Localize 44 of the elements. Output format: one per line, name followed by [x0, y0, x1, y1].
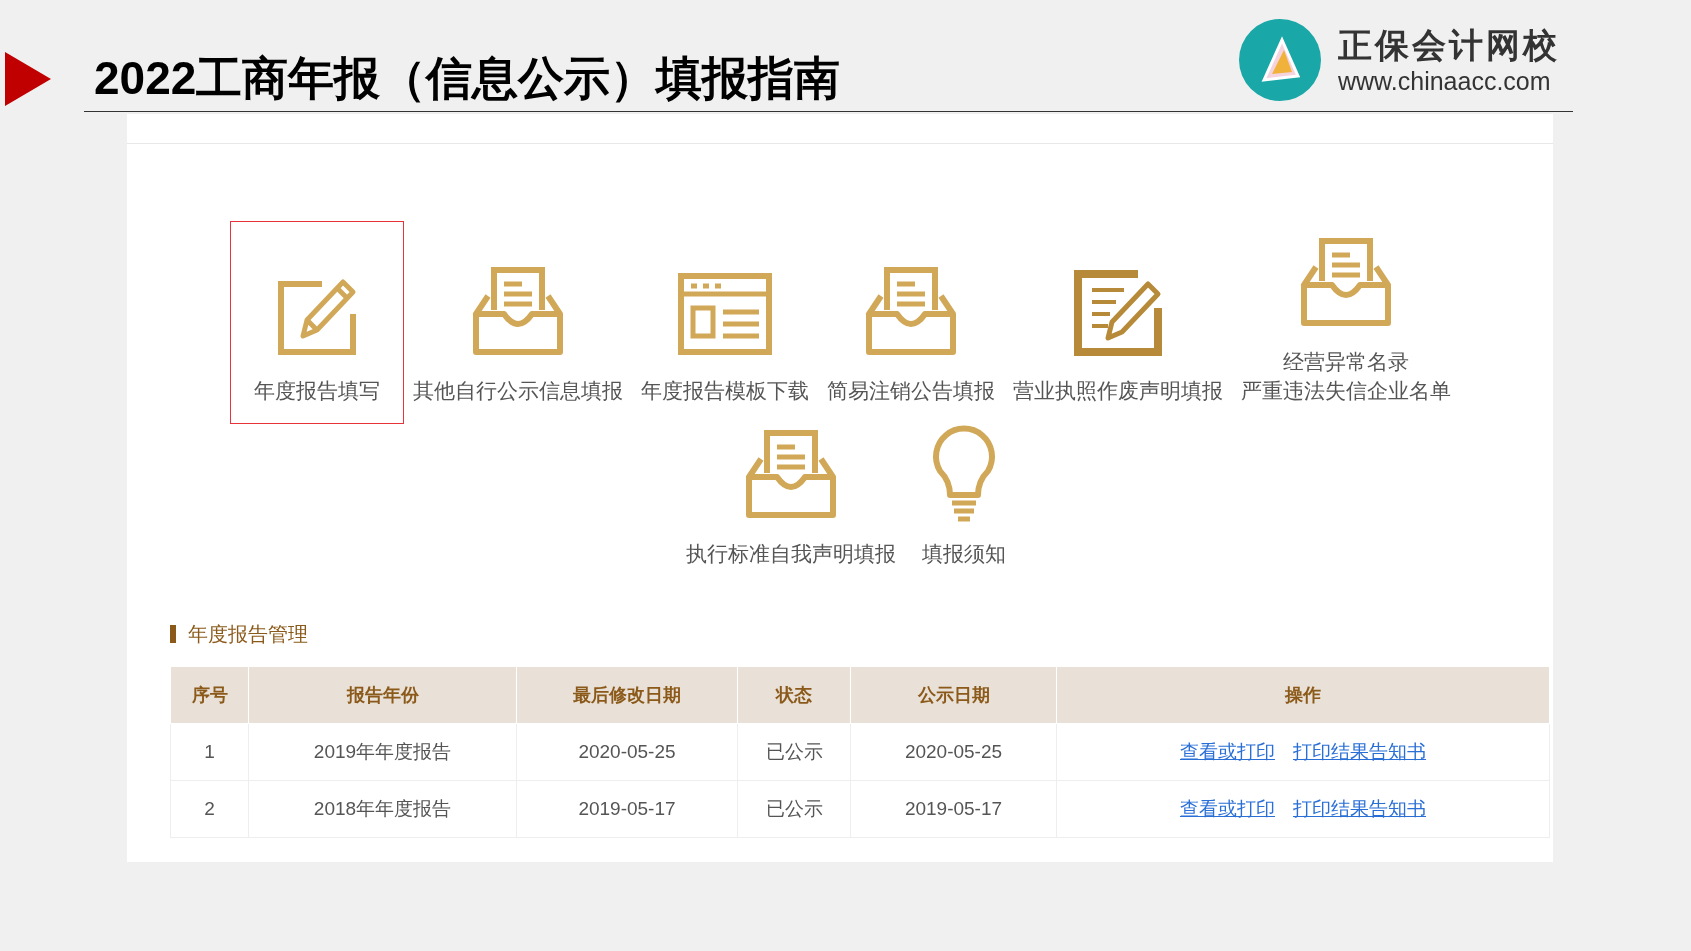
- table-cell: 2019-05-17: [516, 780, 738, 838]
- table-cell: 2020-05-25: [516, 723, 738, 781]
- logo-url: www.chinaacc.com: [1338, 66, 1552, 96]
- table-cell: 已公示: [737, 780, 851, 838]
- service-item[interactable]: 经营异常名录 严重违法失信企业名单: [1232, 192, 1460, 424]
- triangle-icon: [5, 52, 51, 106]
- table-link[interactable]: 查看或打印: [1180, 797, 1275, 819]
- service-item[interactable]: 营业执照作废声明填报: [1004, 221, 1232, 424]
- slide-title: 2022工商年报（信息公示）填报指南: [94, 51, 841, 106]
- service-label: 严重违法失信企业名单: [1241, 378, 1451, 404]
- service-item[interactable]: 简易注销公告填报: [818, 221, 1004, 424]
- service-label: 营业执照作废声明填报: [1013, 378, 1223, 404]
- table-link[interactable]: 查看或打印: [1180, 740, 1275, 762]
- table-cell: 2020-05-25: [850, 723, 1057, 781]
- column-header: 操作: [1056, 666, 1550, 724]
- column-header: 最后修改日期: [516, 666, 738, 724]
- service-label: 年度报告填写: [254, 378, 380, 404]
- section-title: 年度报告管理: [188, 622, 308, 647]
- logo-name: 正保会计网校: [1338, 25, 1560, 66]
- column-header: 序号: [170, 666, 249, 724]
- column-header: 公示日期: [850, 666, 1057, 724]
- service-item[interactable]: 年度报告模板下载: [632, 221, 818, 424]
- service-item[interactable]: 填报须知: [905, 424, 1023, 577]
- service-item[interactable]: 年度报告填写: [230, 221, 404, 424]
- table-cell: 2019-05-17: [850, 780, 1057, 838]
- table-link[interactable]: 打印结果告知书: [1293, 740, 1426, 762]
- table-cell: 2018年年度报告: [248, 780, 517, 838]
- column-header: 状态: [737, 666, 851, 724]
- service-label: 其他自行公示信息填报: [413, 378, 623, 404]
- table-cell: 2: [170, 780, 249, 838]
- service-label: 填报须知: [922, 541, 1006, 567]
- section-marker: [170, 625, 176, 643]
- table-cell: 已公示: [737, 723, 851, 781]
- column-header: 报告年份: [248, 666, 517, 724]
- service-item[interactable]: 其他自行公示信息填报: [404, 221, 632, 424]
- table-cell: 2019年年度报告: [248, 723, 517, 781]
- logo-icon: [1238, 18, 1322, 102]
- service-label: 简易注销公告填报: [827, 378, 995, 404]
- service-item[interactable]: 执行标准自我声明填报: [677, 424, 905, 577]
- table-link[interactable]: 打印结果告知书: [1293, 797, 1426, 819]
- table-cell: 1: [170, 723, 249, 781]
- service-label: 执行标准自我声明填报: [686, 541, 896, 567]
- service-label: 经营异常名录: [1283, 349, 1409, 375]
- service-label: 年度报告模板下载: [641, 378, 809, 404]
